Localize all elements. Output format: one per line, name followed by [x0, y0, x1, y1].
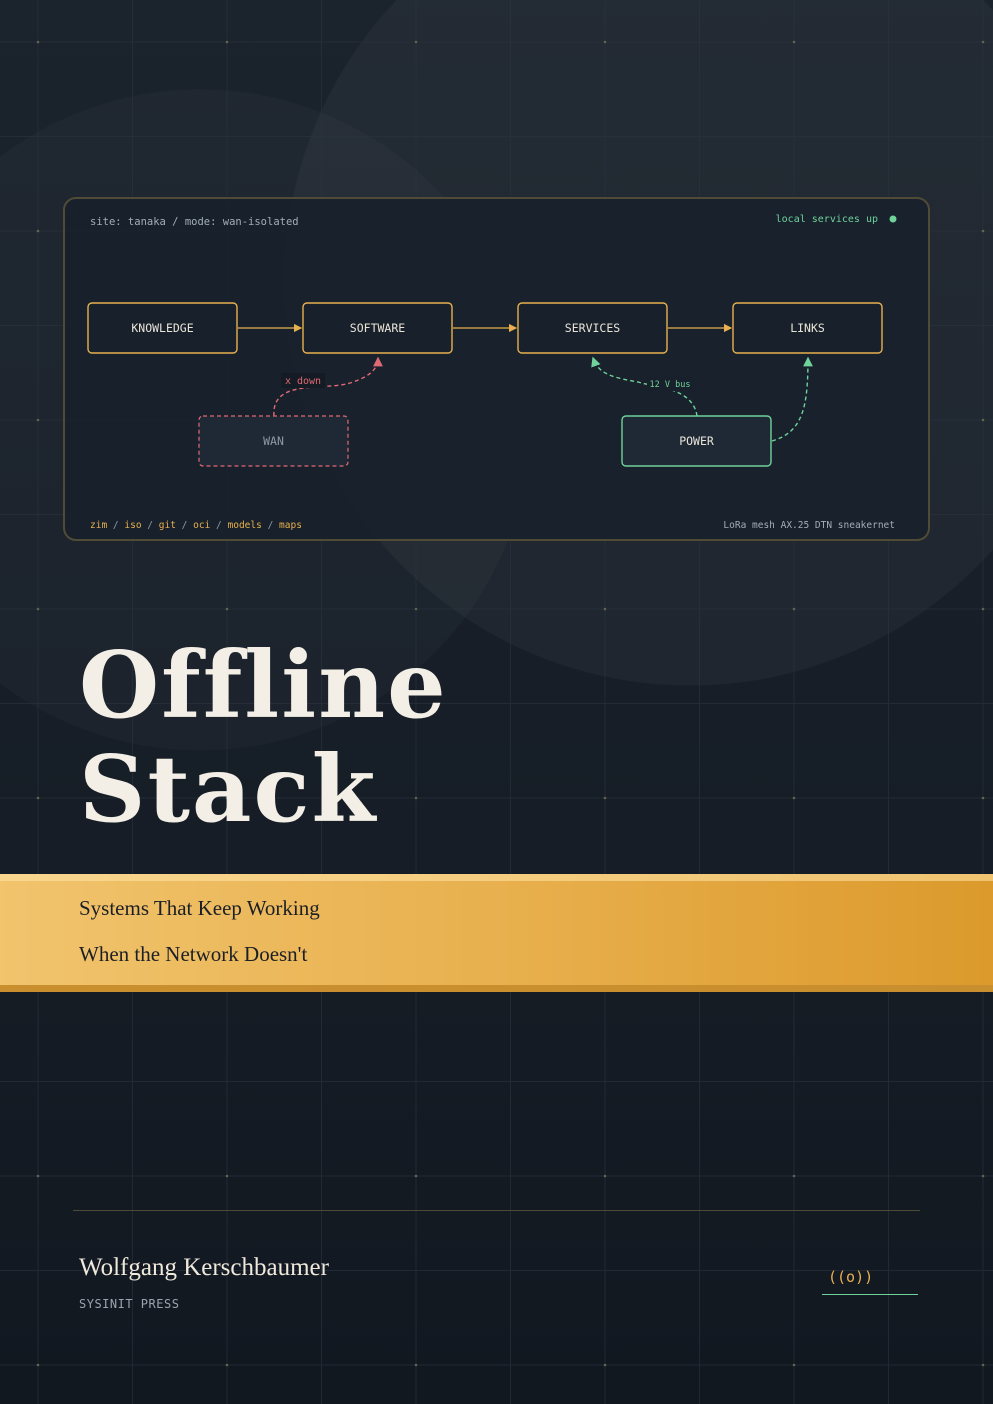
author-name: Wolfgang Kerschbaumer: [79, 1254, 329, 1281]
wan-edge-label: x down: [285, 376, 321, 387]
node-knowledge: KNOWLEDGE: [87, 302, 238, 354]
node-services-label: SERVICES: [565, 321, 620, 335]
band-highlight: [0, 874, 993, 881]
format-oci: oci: [193, 520, 210, 531]
format-git: git: [159, 520, 176, 531]
site-mode-label: site: tanaka / mode: wan-isolated: [90, 216, 299, 228]
format-separator: /: [113, 520, 119, 531]
radio-logo-icon: ((o)): [822, 1266, 918, 1295]
format-separator: /: [216, 520, 222, 531]
band-shadow: [0, 985, 993, 992]
services-status-label: local services up: [776, 214, 878, 225]
node-power-label: POWER: [679, 434, 714, 448]
node-software-label: SOFTWARE: [350, 321, 405, 335]
radio-logo-glyph: ((o)): [828, 1268, 874, 1286]
divider-rule: [73, 1210, 920, 1211]
book-cover: site: tanaka / mode: wan-isolated local …: [0, 0, 993, 1404]
node-services: SERVICES: [517, 302, 668, 354]
title-line-2: Stack: [79, 735, 378, 843]
format-separator: /: [268, 520, 274, 531]
node-links: LINKS: [732, 302, 883, 354]
format-models: models: [228, 520, 262, 531]
node-knowledge-label: KNOWLEDGE: [131, 321, 193, 335]
status-dot-icon: [889, 215, 897, 223]
node-wan: WAN: [198, 415, 349, 467]
power-edge-label: 12 V bus: [650, 380, 691, 390]
system-diagram: site: tanaka / mode: wan-isolated local …: [63, 197, 930, 541]
subtitle-band: Systems That Keep Working When the Netwo…: [0, 874, 993, 992]
title-line-1: Offline: [79, 631, 448, 739]
format-separator: /: [147, 520, 153, 531]
node-wan-label: WAN: [263, 434, 284, 448]
format-zim: zim: [90, 520, 107, 531]
publisher-name: SYSINIT PRESS: [79, 1297, 180, 1311]
node-power: POWER: [621, 415, 772, 467]
format-maps: maps: [279, 520, 302, 531]
format-iso: iso: [124, 520, 141, 531]
subtitle-line-1: Systems That Keep Working: [79, 896, 320, 920]
node-software: SOFTWARE: [302, 302, 453, 354]
node-links-label: LINKS: [790, 321, 825, 335]
link-types-label: LoRa mesh AX.25 DTN sneakernet: [723, 520, 895, 531]
diagram-frame: [63, 197, 930, 541]
format-list: zim / iso / git / oci / models / maps: [90, 520, 302, 531]
subtitle-line-2: When the Network Doesn't: [79, 942, 308, 966]
format-separator: /: [182, 520, 188, 531]
